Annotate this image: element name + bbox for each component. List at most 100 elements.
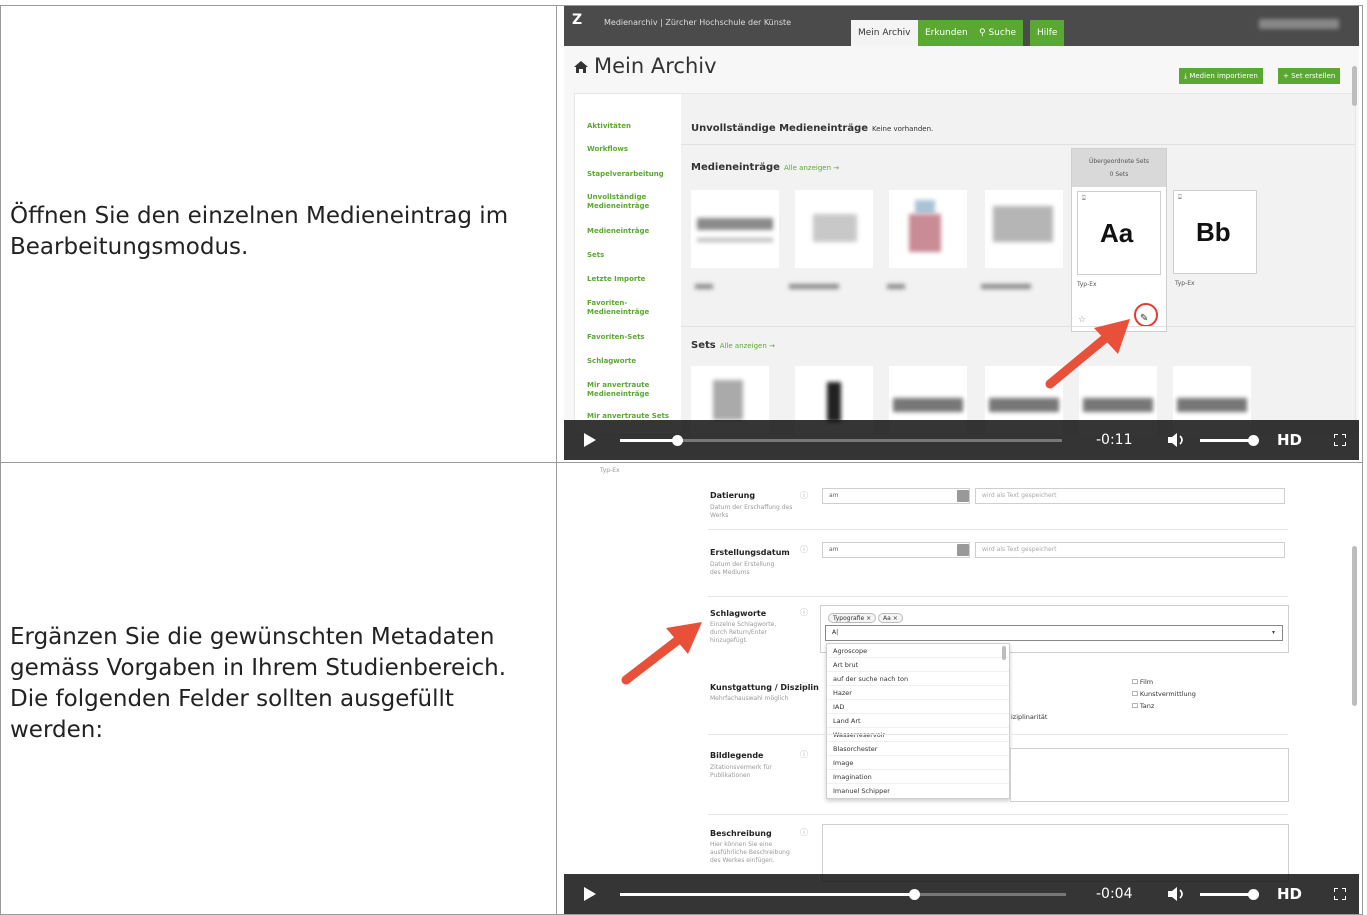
user-name-blurred[interactable]	[1259, 19, 1339, 29]
suggestion-item[interactable]: IAD	[827, 700, 1009, 714]
info-icon[interactable]: ⓘ	[800, 749, 808, 760]
suggestion-item[interactable]: auf der suche nach ton	[827, 672, 1009, 686]
tab-mein-archiv[interactable]: Mein Archiv	[851, 20, 918, 46]
erstellungsdatum-select[interactable]: am	[822, 542, 970, 558]
info-icon[interactable]: ⓘ	[800, 607, 808, 618]
section-divider	[708, 529, 1288, 530]
app-logo[interactable]: Z	[572, 12, 582, 28]
media-thumb-4[interactable]	[985, 190, 1063, 268]
volume-knob[interactable]	[1248, 889, 1259, 900]
video-progress-track[interactable]	[620, 435, 1062, 446]
chevron-down-icon[interactable]: ▾	[1272, 629, 1275, 636]
suggestion-item[interactable]: Imanuel Schipper	[827, 784, 1009, 798]
section-divider	[708, 734, 1288, 735]
incomplete-section-heading: Unvollständige Medieneinträge Keine vorha…	[691, 123, 933, 134]
field-label-bildlegende: Bildlegende	[710, 751, 764, 760]
play-icon[interactable]	[584, 887, 596, 901]
archive-panel: Aktivitäten Workflows Stapelverarbeitung…	[574, 93, 1356, 436]
suggestion-item[interactable]: Wasserreservoir	[827, 728, 1009, 742]
checkbox-film[interactable]: ☐ Film	[1132, 678, 1153, 686]
keyword-tag-aa[interactable]: Aa ×	[878, 613, 903, 623]
sidebar-item-stapelverarbeitung[interactable]: Stapelverarbeitung	[587, 170, 672, 179]
fullscreen-icon[interactable]	[1334, 888, 1346, 900]
media-thumb-2[interactable]	[795, 190, 873, 268]
sidebar-item-schlagworte[interactable]: Schlagworte	[587, 357, 672, 366]
erstellungsdatum-select-arrow[interactable]	[957, 544, 969, 556]
caption-textarea[interactable]	[1010, 748, 1289, 802]
typeface-card-aa[interactable]: ⍓ Aa	[1077, 191, 1161, 275]
suggestion-item[interactable]: Image	[827, 756, 1009, 770]
sidebar-item-favoriten-sets[interactable]: Favoriten-Sets	[587, 333, 672, 342]
import-media-button[interactable]: ⤓ Medien importieren	[1179, 68, 1263, 84]
archive-sidebar: Aktivitäten Workflows Stapelverarbeitung…	[575, 94, 680, 434]
parent-sets-count: 0 Sets	[1109, 171, 1129, 178]
suggestion-item[interactable]: Art brut	[827, 658, 1009, 672]
tab-hilfe[interactable]: Hilfe	[1030, 20, 1065, 46]
media-thumb-3[interactable]	[889, 190, 967, 268]
hd-button[interactable]: HD	[1277, 431, 1302, 449]
sets-show-all-link[interactable]: Alle anzeigen →	[720, 342, 775, 350]
checkbox-tanz[interactable]: ☐ Tanz	[1132, 702, 1154, 710]
hd-button[interactable]: HD	[1277, 885, 1302, 903]
suggestion-item[interactable]: Hazer	[827, 686, 1009, 700]
thumb-blur	[989, 398, 1059, 412]
keyword-tag-typografie[interactable]: Typografie ×	[828, 613, 877, 623]
datierung-select[interactable]: am	[822, 488, 970, 504]
sidebar-item-letzte-importe[interactable]: Letzte Importe	[587, 275, 672, 284]
typeface-card-bb[interactable]: ⍓ Bb	[1173, 190, 1257, 274]
volume-slider[interactable]	[1200, 893, 1252, 896]
sidebar-item-unvollstaendig[interactable]: Unvollständige Medieneinträge	[587, 193, 657, 211]
video-time: -0:11	[1096, 432, 1133, 448]
erstellungsdatum-text-input[interactable]: wird als Text gespeichert	[975, 542, 1285, 558]
suggestion-item[interactable]: Blasorchester	[827, 742, 1009, 756]
page-scrollbar[interactable]	[1352, 66, 1357, 106]
suggestion-item[interactable]: Agroscope	[827, 644, 1009, 658]
suggestion-item[interactable]: Imagination	[827, 770, 1009, 784]
info-icon[interactable]: ⓘ	[801, 681, 809, 692]
volume-icon[interactable]	[1168, 886, 1186, 902]
volume-slider[interactable]	[1200, 439, 1252, 442]
field-help-schlagworte: Einzelne Schlagworte, durch Return/Enter…	[710, 621, 777, 644]
media-show-all-link[interactable]: Alle anzeigen →	[784, 164, 839, 172]
checkbox-label: Tanz	[1139, 702, 1155, 710]
create-set-button[interactable]: + Set erstellen	[1278, 68, 1341, 84]
sidebar-item-anvertraute-medien[interactable]: Mir anvertraute Medieneinträge	[587, 381, 662, 399]
keyword-input[interactable]: A|	[825, 625, 1283, 641]
volume-knob[interactable]	[1248, 435, 1259, 446]
field-label-erstellungsdatum: Erstellungsdatum	[710, 548, 790, 557]
keyword-suggestions-dropdown: Agroscope Art brut auf der suche nach to…	[826, 643, 1010, 799]
incomplete-heading-text: Unvollständige Medieneinträge	[691, 123, 869, 134]
create-set-label: Set erstellen	[1291, 72, 1336, 80]
tab-erkunden[interactable]: Erkunden	[918, 20, 975, 46]
info-icon[interactable]: ⓘ	[800, 490, 808, 501]
fullscreen-icon[interactable]	[1334, 434, 1346, 446]
sidebar-item-workflows[interactable]: Workflows	[587, 145, 672, 154]
tab-suche-label: Suche	[988, 28, 1017, 38]
video-progress-knob[interactable]	[672, 435, 684, 446]
thumb-blur	[893, 398, 963, 412]
suggestion-item[interactable]: Land Art	[827, 714, 1009, 728]
sidebar-item-medieneintraege[interactable]: Medieneinträge	[587, 227, 672, 236]
page-scrollbar[interactable]	[1352, 546, 1357, 706]
video-progress-track[interactable]	[620, 889, 1066, 900]
tab-suche[interactable]: ⚲ Suche	[974, 20, 1024, 46]
thumb-caption-blur	[887, 284, 905, 289]
datierung-text-input[interactable]: wird als Text gespeichert	[975, 488, 1285, 504]
step1-instruction: Öffnen Sie den einzelnen Medieneintrag i…	[10, 203, 509, 260]
thumb-blur	[827, 382, 841, 422]
thumb-blur	[1177, 398, 1247, 412]
checkbox-kunstvermittlung[interactable]: ☐ Kunstvermittlung	[1132, 690, 1196, 698]
sidebar-item-aktivitaeten[interactable]: Aktivitäten	[587, 122, 672, 131]
sidebar-item-sets[interactable]: Sets	[587, 251, 672, 260]
video-progress-knob[interactable]	[909, 889, 921, 900]
field-help-kunstgattung: Mehrfachauswahl möglich	[710, 695, 789, 702]
card-label-1: Typ-Ex	[1077, 281, 1097, 288]
volume-icon[interactable]	[1168, 432, 1186, 448]
sidebar-item-favoriten-medien[interactable]: Favoriten-Medieneinträge	[587, 299, 649, 317]
info-icon[interactable]: ⓘ	[800, 827, 808, 838]
play-icon[interactable]	[584, 433, 596, 447]
dropdown-scrollbar[interactable]	[1002, 646, 1006, 660]
info-icon[interactable]: ⓘ	[800, 544, 808, 555]
media-thumb-1[interactable]	[691, 190, 779, 268]
datierung-select-arrow[interactable]	[957, 490, 969, 502]
